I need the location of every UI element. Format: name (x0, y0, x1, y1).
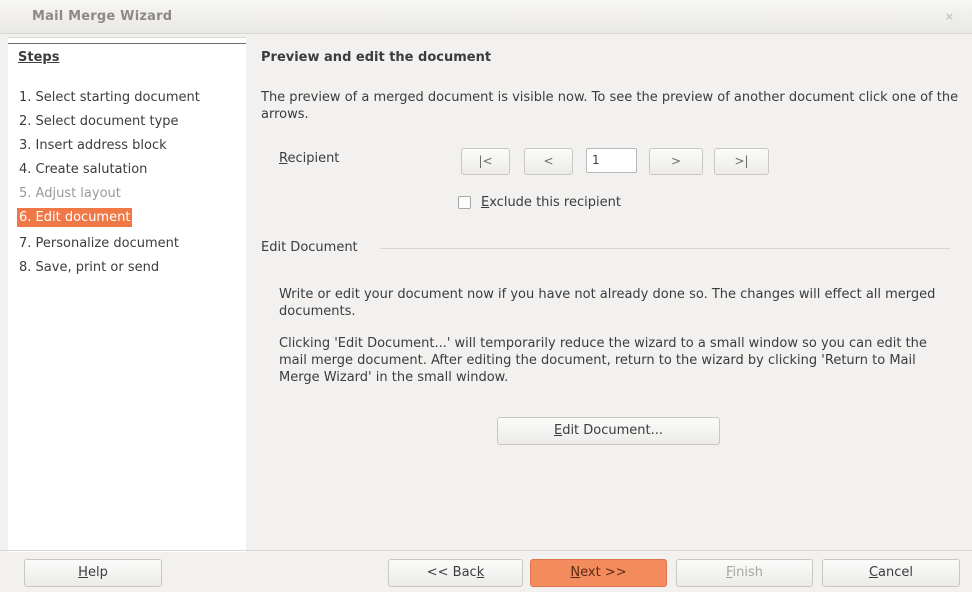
edit-document-section-label: Edit Document (261, 240, 358, 255)
previous-recipient-button[interactable]: < (524, 148, 573, 175)
next-button[interactable]: Next >> (530, 559, 667, 587)
step-save-print-send[interactable]: 8. Save, print or send (17, 258, 161, 277)
footer-divider (0, 550, 972, 551)
steps-divider (8, 43, 246, 44)
step-insert-address-block[interactable]: 3. Insert address block (17, 136, 169, 155)
steps-heading: Steps (18, 50, 60, 65)
main-content: Preview and edit the document The previe… (246, 37, 964, 552)
first-recipient-button[interactable]: |< (461, 148, 510, 175)
exclude-recipient-label: Exclude this recipient (481, 194, 621, 210)
help-button[interactable]: Help (24, 559, 162, 587)
step-edit-document[interactable]: 6. Edit document (17, 208, 133, 227)
close-icon[interactable]: × (945, 10, 954, 23)
title-bar: Mail Merge Wizard × (0, 0, 972, 34)
step-select-starting-document[interactable]: 1. Select starting document (17, 88, 202, 107)
steps-panel: Steps 1. Select starting document 2. Sel… (8, 37, 246, 552)
exclude-recipient-checkbox[interactable]: Exclude this recipient (458, 193, 621, 211)
next-recipient-button[interactable]: > (649, 148, 703, 175)
last-recipient-button[interactable]: >| (714, 148, 769, 175)
edit-explanation-text: Clicking 'Edit Document...' will tempora… (279, 336, 927, 385)
finish-button: Finish (676, 559, 813, 587)
edit-instructions-text: Write or edit your document now if you h… (279, 287, 936, 319)
step-adjust-layout: 5. Adjust layout (19, 186, 121, 201)
recipient-label: Recipient (279, 151, 340, 166)
intro-text: The preview of a merged document is visi… (261, 90, 959, 122)
step-create-salutation[interactable]: 4. Create salutation (17, 160, 149, 179)
back-button[interactable]: << Back (388, 559, 523, 587)
step-select-document-type[interactable]: 2. Select document type (17, 112, 181, 131)
window-title: Mail Merge Wizard (32, 9, 173, 24)
edit-document-button[interactable]: Edit Document... (497, 417, 720, 445)
page-title: Preview and edit the document (261, 50, 492, 65)
cancel-button[interactable]: Cancel (822, 559, 960, 587)
section-divider (380, 248, 950, 249)
mail-merge-wizard-dialog: Mail Merge Wizard × Steps 1. Select star… (0, 0, 972, 592)
step-personalize-document[interactable]: 7. Personalize document (17, 234, 181, 253)
recipient-number-input[interactable]: 1 (586, 148, 637, 173)
checkbox-box[interactable] (458, 195, 471, 209)
